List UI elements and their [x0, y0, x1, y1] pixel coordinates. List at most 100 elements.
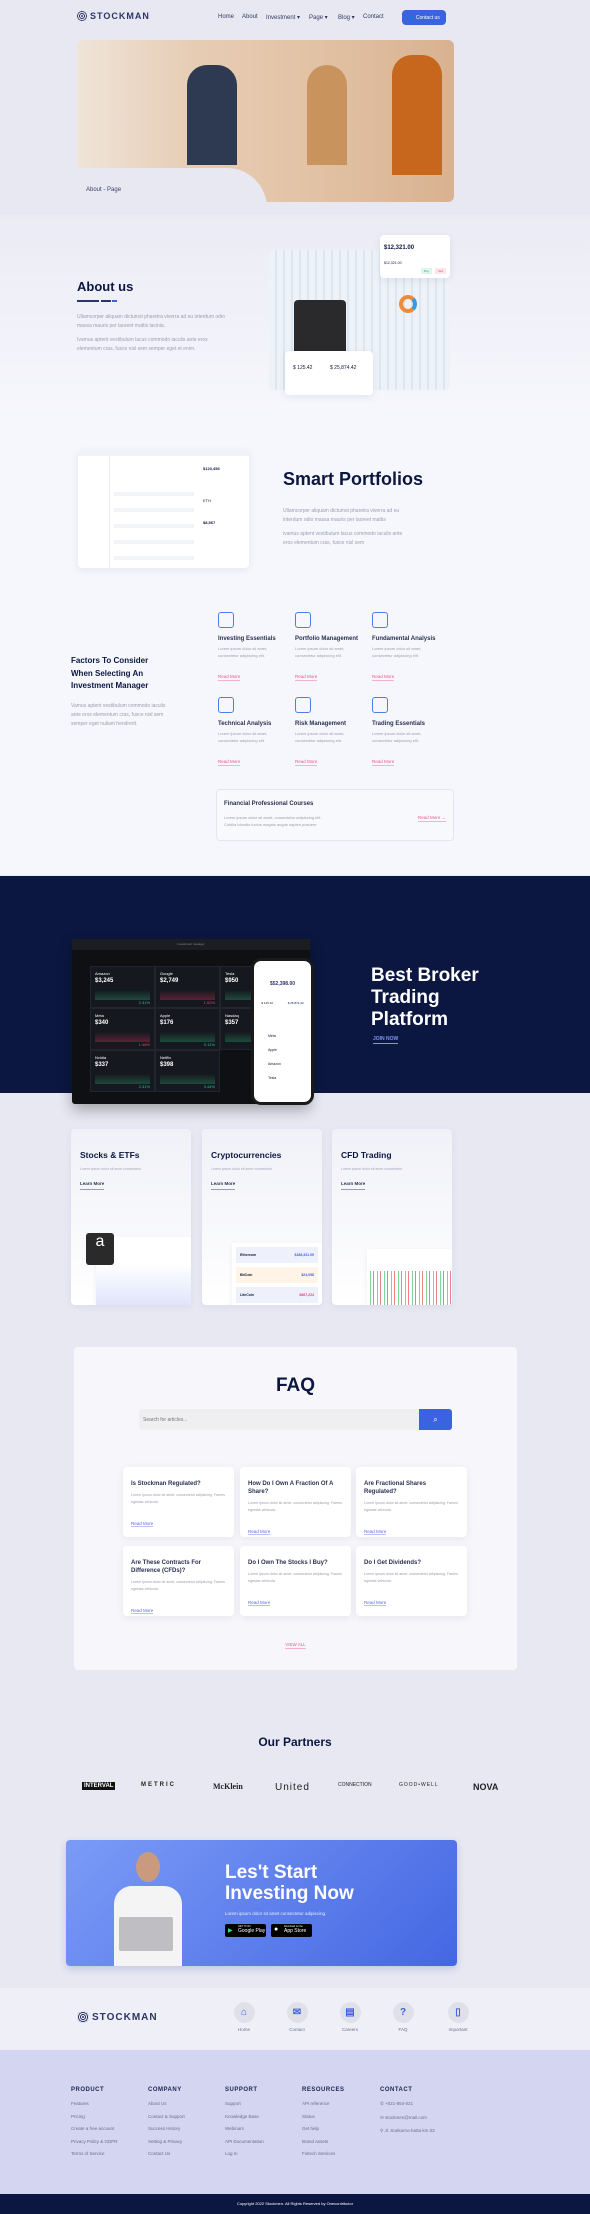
join-now-link[interactable]: JOIN NOW	[373, 1036, 399, 1044]
footer-link[interactable]: Privacy Policy & GDPR	[71, 2139, 118, 2144]
ticker-card[interactable]: Netflix $398 3.44%	[155, 1050, 220, 1092]
nav-page[interactable]: Page ▾	[309, 14, 328, 21]
nav-blog[interactable]: Blog ▾	[338, 14, 355, 21]
ticker-name: Google	[160, 971, 173, 976]
ticker-card[interactable]: Google $2,749 1.52%	[155, 966, 220, 1008]
phone-list-item[interactable]: Amazon	[268, 1057, 311, 1071]
footer-quick-link[interactable]: ⌂ Home	[226, 2002, 262, 2032]
google-play-button[interactable]: ▶ GET IT ON Google Play	[225, 1924, 266, 1937]
help-icon: ?	[392, 2002, 414, 2023]
footer-link[interactable]: Fintech Services	[302, 2151, 345, 2156]
footer-link[interactable]: Knowledge Base	[225, 2114, 264, 2119]
coin-row[interactable]: Ethereum $168,331.09	[236, 1247, 318, 1263]
person-image	[108, 1852, 188, 1966]
footer-link[interactable]: Brand assets	[302, 2139, 345, 2144]
feature-text: Lorem ipsum dolor sit amet, consectetur …	[295, 731, 345, 743]
head-shape	[136, 1852, 160, 1882]
footer-quick-link[interactable]: ▯ Important	[440, 2002, 476, 2032]
footer-column-heading: PRODUCT	[71, 2087, 105, 2093]
contact-us-button[interactable]: 👤 Contact us	[402, 10, 446, 25]
nav-contact[interactable]: Contact	[363, 14, 384, 20]
phone-list-item[interactable]: Meta	[268, 1029, 311, 1043]
faq-answer: Lorem ipsum dolor sit amet, consectetur …	[131, 1493, 225, 1504]
faq-read-more[interactable]: Read More	[131, 1521, 154, 1527]
read-more-link[interactable]: Read More	[372, 674, 395, 681]
dollar-target-icon	[295, 697, 311, 713]
faq-read-more[interactable]: Read More	[364, 1600, 387, 1606]
course-read-more[interactable]: Read More →	[417, 815, 446, 822]
phone-list-item[interactable]: Apple	[268, 1043, 311, 1057]
footer-link[interactable]: Support	[225, 2101, 264, 2106]
nav-about[interactable]: About	[242, 14, 258, 20]
faq-search-input[interactable]	[139, 1409, 419, 1430]
faq-card[interactable]: Are Fractional Shares Regulated? Lorem ip…	[356, 1467, 467, 1537]
footer-link[interactable]: Contact Us	[148, 2151, 185, 2156]
dashboard-mockup: $123,456 $8,567 ETH	[78, 450, 249, 568]
footer-link[interactable]: Get help	[302, 2126, 345, 2131]
footer-link[interactable]: Create a free account	[71, 2126, 118, 2131]
phone-list-item[interactable]: Tesla	[268, 1071, 311, 1085]
contact-phone[interactable]: ✆ +021-854-021	[380, 2101, 435, 2107]
search-button[interactable]: ⌕	[419, 1409, 452, 1430]
home-icon: ⌂	[233, 2002, 255, 2023]
faq-card[interactable]: Are These Contracts For Difference (CFDs…	[123, 1546, 234, 1616]
smart-text-2: ivamus aptent vestibulum lacus commodo i…	[283, 531, 403, 546]
faq-card[interactable]: Do I Get Dividends? Lorem ipsum dolor sit…	[356, 1546, 467, 1616]
nav-home[interactable]: Home	[218, 14, 234, 20]
sell-button[interactable]: Sell	[434, 268, 446, 274]
app-store-button[interactable]: ● Download on the App Store	[271, 1924, 312, 1937]
mail-icon: ✉	[286, 2002, 308, 2023]
footer-link[interactable]: Status	[302, 2114, 345, 2119]
logo[interactable]: STOCKMAN	[77, 11, 150, 21]
read-more-link[interactable]: Read More	[372, 759, 395, 766]
faq-read-more[interactable]: Read More	[248, 1529, 271, 1535]
faq-read-more[interactable]: Read More	[131, 1608, 154, 1614]
faq-card[interactable]: Do I Own The Stocks I Buy? Lorem ipsum do…	[240, 1546, 351, 1616]
logo-mark-icon	[77, 11, 87, 21]
footer-link[interactable]: Success History	[148, 2126, 185, 2131]
footer-quick-link[interactable]: ▤ Careers	[332, 2002, 368, 2032]
footer-link[interactable]: Terms of Service	[71, 2151, 118, 2156]
footer-quick-link[interactable]: ? FAQ	[385, 2002, 421, 2032]
footer-link[interactable]: Features	[71, 2101, 118, 2106]
learn-more-link[interactable]: Learn More	[80, 1181, 105, 1190]
footer-link[interactable]: About Us	[148, 2101, 185, 2106]
learn-more-link[interactable]: Learn More	[211, 1181, 236, 1190]
contact-email[interactable]: ✉ stockmen@mail.com	[380, 2115, 435, 2121]
faq-card[interactable]: How Do I Own A Fraction Of A Share? Lorem…	[240, 1467, 351, 1537]
read-more-wrap: Read More	[131, 1512, 226, 1530]
faq-card[interactable]: Is Stockman Regulated? Lorem ipsum dolor …	[123, 1467, 234, 1537]
ticker-card[interactable]: Meta $340 1.48%	[90, 1008, 155, 1050]
faq-answer: Lorem ipsum dolor sit amet, consectetur …	[248, 1572, 342, 1583]
partner-logo: INTERVAL	[82, 1782, 116, 1790]
nav-investment[interactable]: Investment ▾	[266, 14, 300, 21]
buy-button[interactable]: Buy	[420, 268, 432, 274]
view-all-link[interactable]: VIEW ALL	[285, 1642, 306, 1649]
footer-link[interactable]: Pricing	[71, 2114, 118, 2119]
footer-quick-link[interactable]: ✉ Contact	[279, 2002, 315, 2032]
read-more-link[interactable]: Read More	[295, 759, 318, 766]
read-more-link[interactable]: Read More	[218, 759, 241, 766]
quick-link-label: Home	[237, 2027, 250, 2032]
faq-read-more[interactable]: Read More	[364, 1529, 387, 1535]
footer-link[interactable]: Setting & Privacy	[148, 2139, 185, 2144]
ticker-card[interactable]: Apple $176 0.11%	[155, 1008, 220, 1050]
learn-more-link[interactable]: Learn More	[341, 1181, 366, 1190]
read-more-link[interactable]: Read More	[218, 674, 241, 681]
coin-name: LiteCoin	[240, 1293, 254, 1297]
footer-link[interactable]: API reference	[302, 2101, 345, 2106]
coin-value: $667,224	[299, 1293, 314, 1297]
product-text: Lorem ipsum dolor sit amet consectetur	[80, 1167, 142, 1171]
footer-link[interactable]: API Documentation	[225, 2139, 264, 2144]
ticker-card[interactable]: Amazon $3,245 2.31%	[90, 966, 155, 1008]
ticker-card[interactable]: Nvidia $337 2.31%	[90, 1050, 155, 1092]
footer-link[interactable]: Contact & Support	[148, 2114, 185, 2119]
read-more-link[interactable]: Read More	[295, 674, 318, 681]
footer-link[interactable]: Log In	[225, 2151, 264, 2156]
footer-link[interactable]: Webinars	[225, 2126, 264, 2131]
footer-logo[interactable]: STOCKMAN	[77, 2011, 158, 2023]
coin-row[interactable]: BitCoin $24,098	[236, 1267, 318, 1283]
coin-row[interactable]: LiteCoin $667,224	[236, 1287, 318, 1303]
read-more-wrap: Read More	[218, 665, 288, 683]
faq-read-more[interactable]: Read More	[248, 1600, 271, 1606]
